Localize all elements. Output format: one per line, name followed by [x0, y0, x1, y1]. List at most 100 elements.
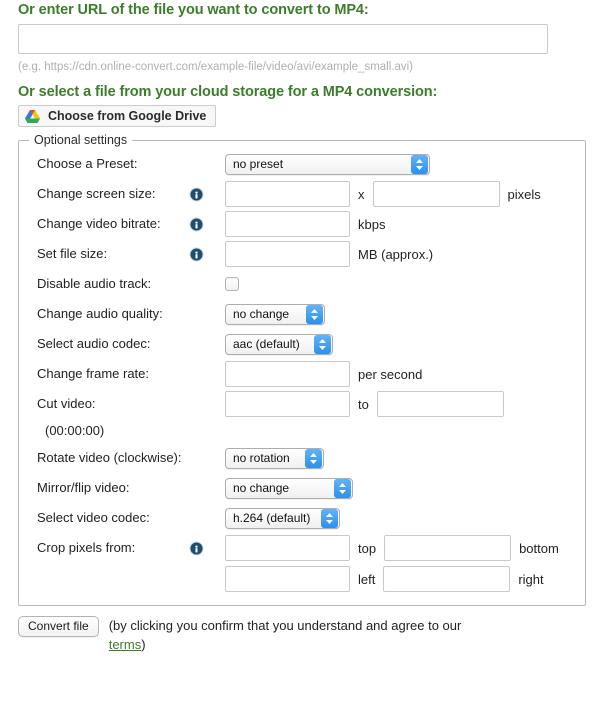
row-change-screen-size: Change screen size: x pixels [19, 179, 585, 209]
optional-settings-legend: Optional settings [29, 133, 132, 147]
info-icon[interactable] [189, 187, 204, 202]
mirror-flip-select[interactable]: no change [225, 478, 353, 499]
mirror-flip-select-value: no change [233, 479, 334, 498]
control-area: no preset [225, 154, 430, 175]
control-area: kbps [225, 211, 385, 237]
frame-rate-input[interactable] [225, 361, 350, 387]
row-change-video-bitrate: Change video bitrate: kbps [19, 209, 585, 239]
crop-right-unit: right [510, 572, 543, 587]
cloud-section-heading: Or select a file from your cloud storage… [0, 74, 600, 100]
control-area: to [225, 391, 504, 417]
info-cell [189, 217, 225, 232]
video-codec-select-value: h.264 (default) [233, 509, 321, 528]
label-rotate-video: Rotate video (clockwise): [37, 450, 189, 466]
row-cut-video: Cut video: to [19, 389, 585, 419]
row-rotate-video: Rotate video (clockwise): no rotation [19, 443, 585, 473]
frame-rate-unit: per second [350, 367, 422, 382]
gdrive-button-row: Choose from Google Drive [0, 100, 600, 127]
audio-codec-select-value: aac (default) [233, 335, 314, 354]
terms-link[interactable]: terms [109, 637, 142, 652]
file-size-input[interactable] [225, 241, 350, 267]
label-mirror-flip-video: Mirror/flip video: [37, 480, 189, 496]
rotate-video-select[interactable]: no rotation [225, 448, 324, 469]
mp4-converter-form: Or enter URL of the file you want to con… [0, 0, 600, 654]
cut-video-separator: to [350, 397, 377, 412]
url-section-heading: Or enter URL of the file you want to con… [0, 0, 600, 18]
cut-video-from-input[interactable] [225, 391, 350, 417]
label-cut-video: Cut video: [37, 396, 189, 412]
control-area: x pixels [225, 181, 541, 207]
cut-video-to-input[interactable] [377, 391, 504, 417]
control-area: top bottom [225, 535, 559, 561]
crop-left-input[interactable] [225, 566, 350, 592]
label-change-audio-quality: Change audio quality: [37, 306, 189, 322]
label-disable-audio-track: Disable audio track: [37, 276, 189, 292]
crop-top-unit: top [350, 541, 384, 556]
preset-select[interactable]: no preset [225, 154, 430, 175]
url-section: Or enter URL of the file you want to con… [0, 0, 600, 74]
audio-codec-select[interactable]: aac (default) [225, 334, 333, 355]
video-bitrate-unit: kbps [350, 217, 385, 232]
control-area: aac (default) [225, 334, 333, 355]
crop-bottom-unit: bottom [511, 541, 559, 556]
chevron-up-down-icon [334, 479, 351, 498]
control-area: MB (approx.) [225, 241, 433, 267]
url-example-hint: (e.g. https://cdn.online-convert.com/exa… [0, 54, 600, 74]
control-area: no rotation [225, 448, 324, 469]
choose-from-google-drive-button[interactable]: Choose from Google Drive [18, 105, 216, 127]
control-area: no change [225, 478, 353, 499]
info-icon[interactable] [189, 247, 204, 262]
crop-right-input[interactable] [383, 566, 510, 592]
info-cell [189, 541, 225, 556]
control-area [225, 277, 239, 291]
label-crop-pixels-from: Crop pixels from: [37, 540, 189, 556]
gdrive-button-label: Choose from Google Drive [48, 110, 206, 123]
screen-height-input[interactable] [373, 181, 500, 207]
chevron-up-down-icon [321, 509, 338, 528]
crop-top-input[interactable] [225, 535, 350, 561]
cut-video-format-note: (00:00:00) [19, 419, 585, 443]
label-select-video-codec: Select video codec: [37, 510, 189, 526]
disclaimer-before: (by clicking you confirm that you unders… [109, 618, 462, 633]
chevron-up-down-icon [305, 449, 322, 468]
label-change-video-bitrate: Change video bitrate: [37, 216, 189, 232]
row-crop-pixels-top-bottom: Crop pixels from: top bottom [19, 533, 585, 563]
info-cell [189, 187, 225, 202]
video-bitrate-input[interactable] [225, 211, 350, 237]
screen-width-input[interactable] [225, 181, 350, 207]
info-cell [189, 247, 225, 262]
url-input-row [0, 18, 600, 54]
control-area: per second [225, 361, 422, 387]
screen-size-separator: x [350, 187, 373, 202]
audio-quality-select[interactable]: no change [225, 304, 325, 325]
label-change-screen-size: Change screen size: [37, 186, 189, 202]
control-area: no change [225, 304, 325, 325]
google-drive-icon [25, 110, 40, 123]
row-mirror-flip-video: Mirror/flip video: no change [19, 473, 585, 503]
row-set-file-size: Set file size: MB (approx.) [19, 239, 585, 269]
info-icon[interactable] [189, 541, 204, 556]
optional-settings-fieldset: Optional settings Choose a Preset: no pr… [18, 140, 586, 606]
crop-left-unit: left [350, 572, 383, 587]
disclaimer-text: (by clicking you confirm that you unders… [99, 616, 469, 654]
file-size-unit: MB (approx.) [350, 247, 433, 262]
control-area: left right [225, 566, 544, 592]
chevron-up-down-icon [411, 155, 428, 174]
row-change-frame-rate: Change frame rate: per second [19, 359, 585, 389]
label-choose-preset: Choose a Preset: [37, 156, 189, 172]
info-icon[interactable] [189, 217, 204, 232]
disable-audio-checkbox[interactable] [225, 277, 239, 291]
row-crop-pixels-left-right: left right [19, 563, 585, 595]
convert-file-button[interactable]: Convert file [18, 616, 99, 637]
form-footer: Convert file (by clicking you confirm th… [0, 606, 520, 654]
video-codec-select[interactable]: h.264 (default) [225, 508, 340, 529]
audio-quality-select-value: no change [233, 305, 306, 324]
url-input[interactable] [18, 24, 548, 54]
disclaimer-after: ) [141, 637, 145, 652]
row-select-audio-codec: Select audio codec: aac (default) [19, 329, 585, 359]
row-choose-preset: Choose a Preset: no preset [19, 149, 585, 179]
screen-size-unit: pixels [500, 187, 541, 202]
chevron-up-down-icon [314, 335, 331, 354]
row-select-video-codec: Select video codec: h.264 (default) [19, 503, 585, 533]
crop-bottom-input[interactable] [384, 535, 511, 561]
